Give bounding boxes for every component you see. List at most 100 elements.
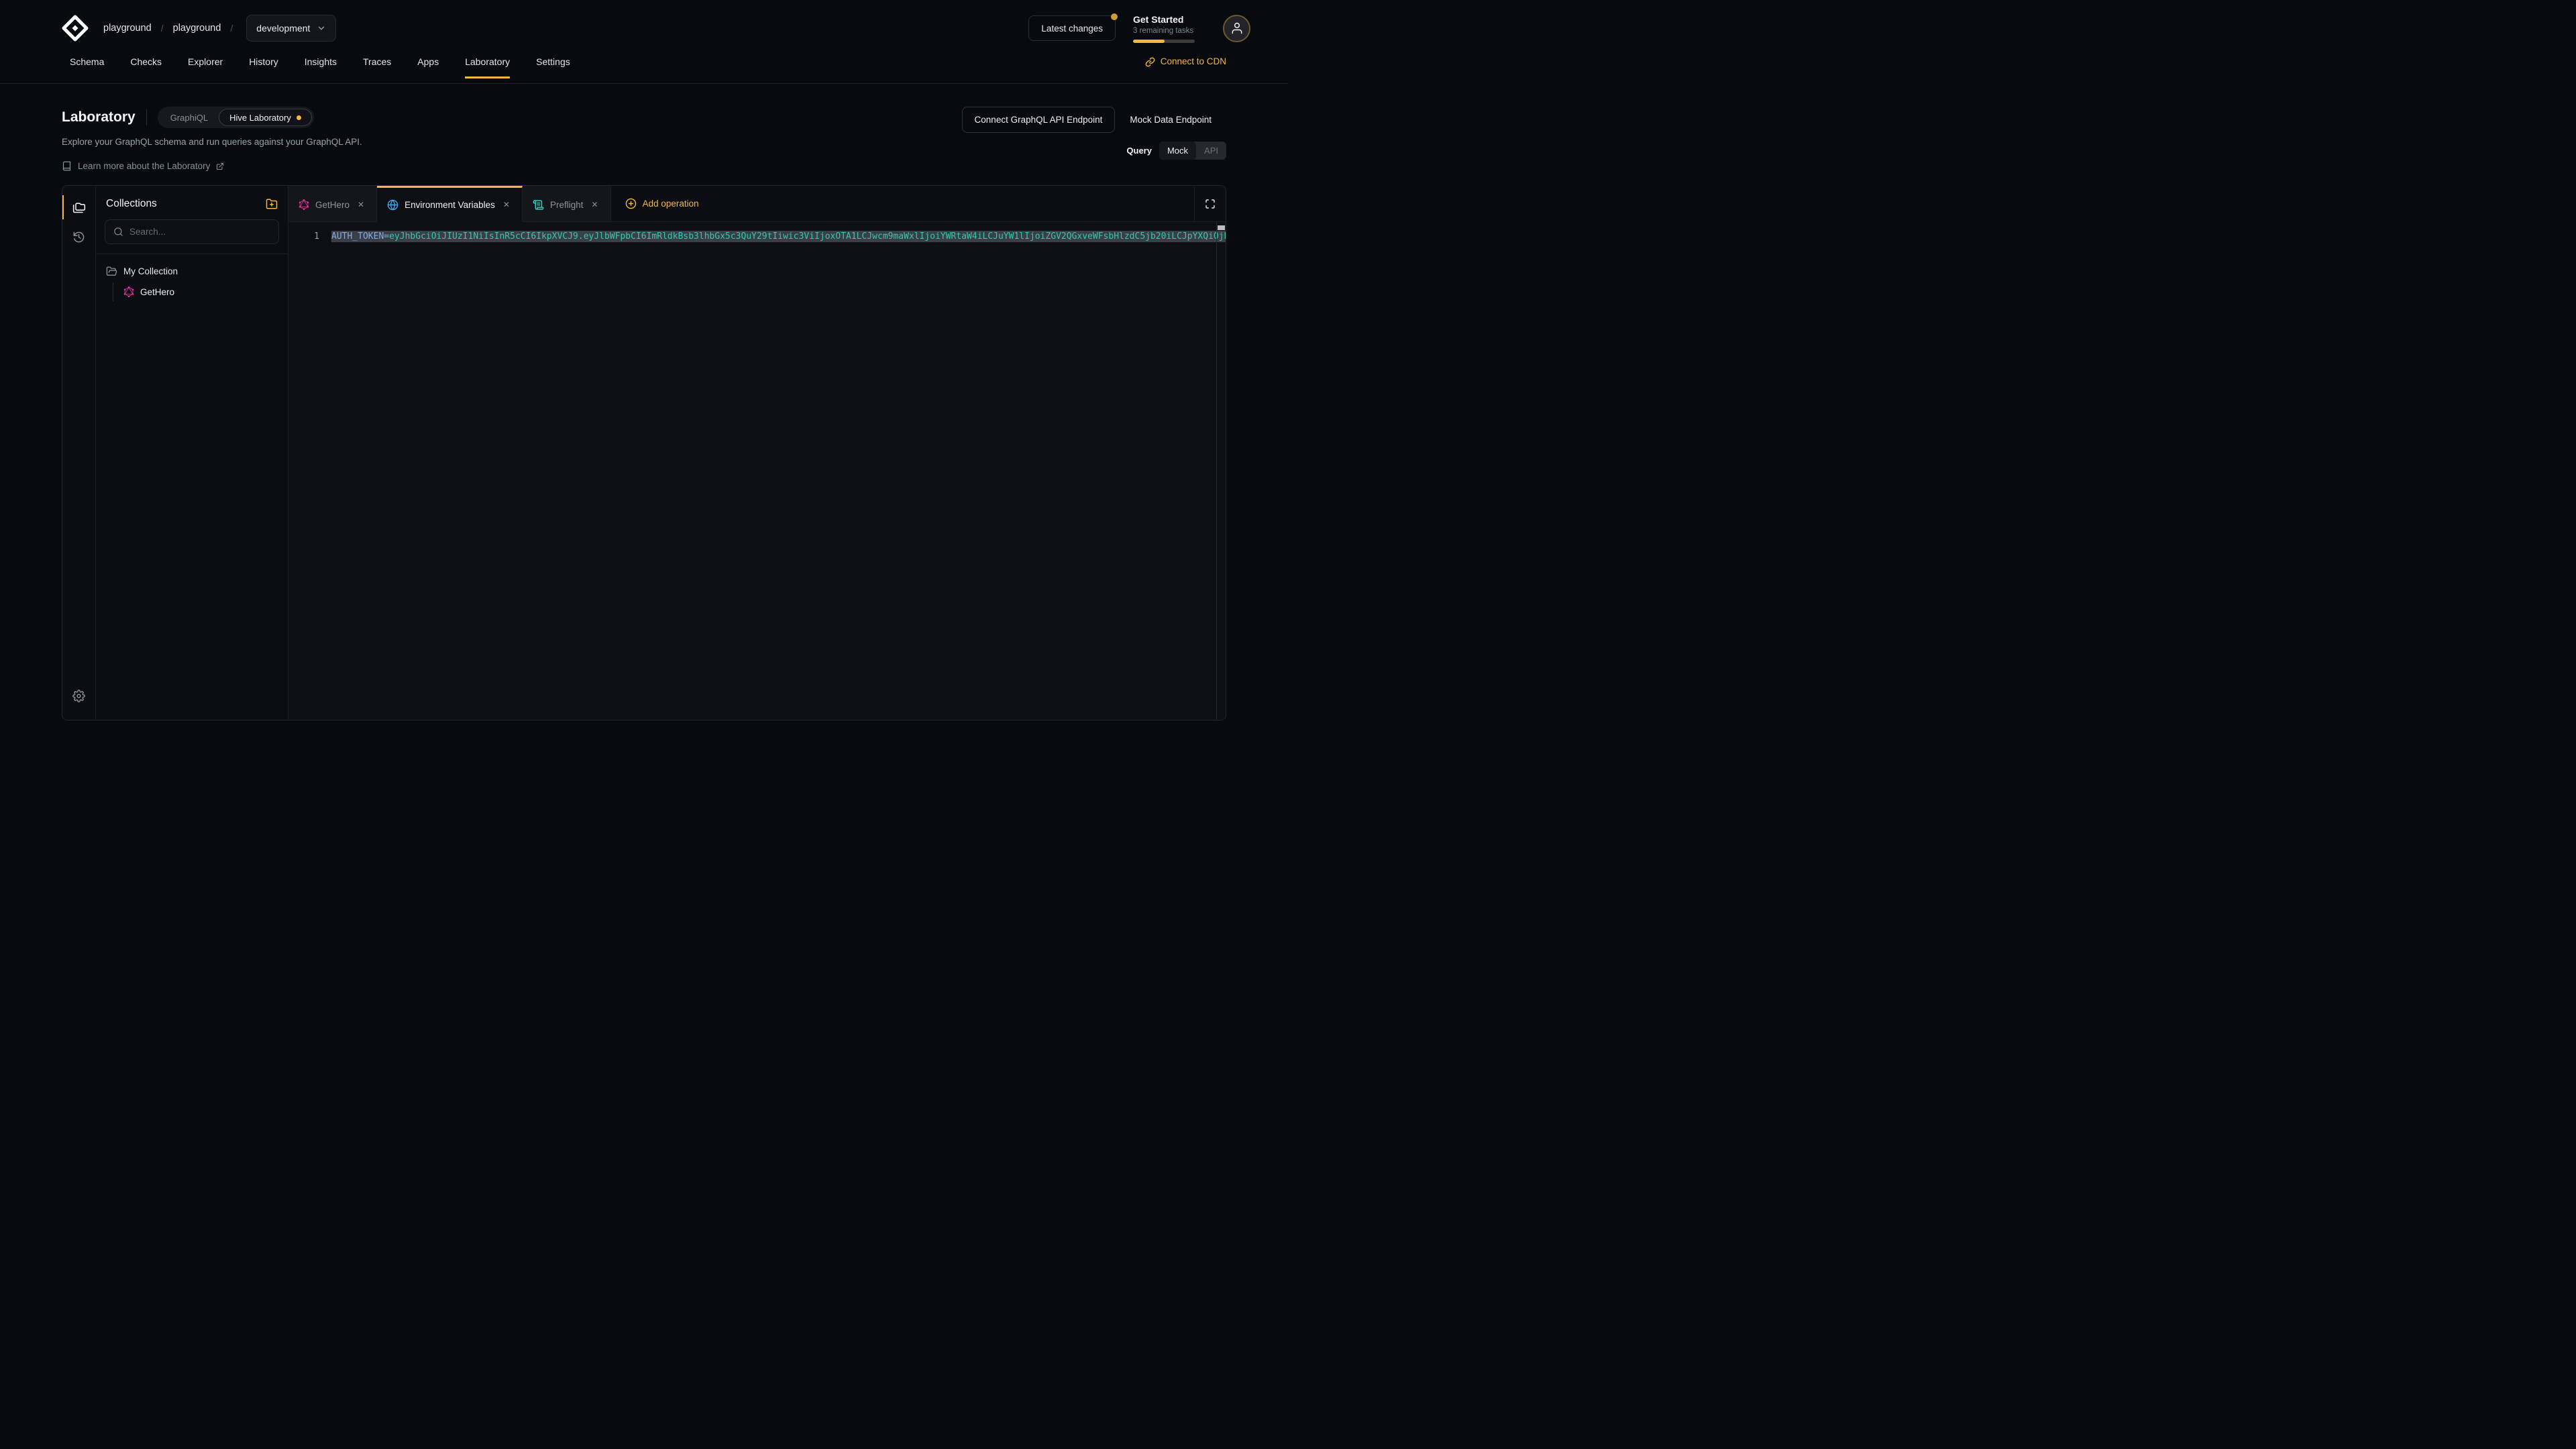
top-bar-right: Latest changes Get Started 3 remaining t…	[1028, 14, 1250, 43]
tab-bar: GetHero ✕ Environment Variables ✕ Prefli…	[288, 186, 1226, 222]
work-area: GetHero ✕ Environment Variables ✕ Prefli…	[288, 186, 1226, 720]
graphql-icon	[123, 286, 134, 297]
get-started-widget[interactable]: Get Started 3 remaining tasks	[1133, 14, 1195, 43]
environment-variables-editor[interactable]: 1 AUTH_TOKEN=eyJhbGciOiJIUzI1NiIsInR5cCI…	[288, 222, 1226, 720]
ui-mode-toggle: GraphiQL Hive Laboratory	[158, 107, 314, 128]
nav-item-apps[interactable]: Apps	[417, 56, 439, 78]
globe-icon	[387, 199, 398, 211]
laboratory-header: Laboratory GraphiQL Hive Laboratory Expl…	[0, 84, 1288, 171]
nav-item-history[interactable]: History	[249, 56, 278, 78]
env-var-value: eyJhbGciOiJIUzI1NiIsInR5cCI6IkpXVCJ9.eyJ…	[389, 231, 1226, 241]
collections-sidebar: Collections My Collection	[96, 186, 288, 720]
user-avatar[interactable]	[1223, 15, 1250, 42]
graphql-icon	[299, 199, 309, 210]
history-icon	[72, 231, 85, 244]
title-divider	[146, 109, 147, 125]
notification-dot	[1111, 13, 1118, 20]
mode-option-hive-laboratory[interactable]: Hive Laboratory	[219, 109, 312, 126]
nav-item-checks[interactable]: Checks	[130, 56, 162, 78]
nav-item-schema[interactable]: Schema	[70, 56, 104, 78]
env-var-name: AUTH_TOKEN	[331, 231, 384, 241]
breadcrumb-separator: /	[161, 23, 164, 34]
fullscreen-button[interactable]	[1194, 186, 1226, 222]
operation-item-gethero[interactable]: GetHero	[123, 282, 278, 301]
nav-items: Schema Checks Explorer History Insights …	[70, 56, 570, 78]
breadcrumb-org[interactable]: playground	[103, 23, 152, 34]
mode-option-label: Hive Laboratory	[229, 113, 291, 123]
get-started-title: Get Started	[1133, 14, 1195, 25]
nav-item-explorer[interactable]: Explorer	[188, 56, 223, 78]
add-collection-button[interactable]	[266, 198, 278, 210]
laboratory-header-right: Connect GraphQL API Endpoint Mock Data E…	[962, 107, 1226, 171]
get-started-progressbar	[1133, 40, 1195, 43]
rail-item-history[interactable]	[62, 222, 95, 252]
icon-rail	[62, 186, 96, 720]
collections-tree: My Collection	[96, 254, 288, 313]
collection-name: My Collection	[123, 266, 178, 276]
close-icon[interactable]: ✕	[501, 199, 512, 210]
chevron-down-icon	[317, 23, 326, 33]
tab-environment-variables[interactable]: Environment Variables ✕	[377, 186, 523, 222]
latest-changes-label: Latest changes	[1041, 23, 1103, 34]
editor-scrollbar[interactable]	[1216, 222, 1226, 720]
nav-item-settings[interactable]: Settings	[536, 56, 570, 78]
collections-title: Collections	[106, 198, 157, 210]
laboratory-header-left: Laboratory GraphiQL Hive Laboratory Expl…	[62, 107, 962, 171]
nav-item-laboratory[interactable]: Laboratory	[465, 56, 510, 78]
line-number: 1	[288, 229, 319, 244]
connect-endpoint-button[interactable]: Connect GraphQL API Endpoint	[962, 107, 1116, 133]
mock-endpoint-button[interactable]: Mock Data Endpoint	[1115, 107, 1226, 133]
query-mode-api[interactable]: API	[1196, 142, 1226, 160]
laboratory-panel: Collections My Collection	[62, 185, 1226, 720]
rail-item-settings[interactable]	[62, 681, 95, 710]
add-operation-label: Add operation	[643, 199, 699, 209]
env-var-operator: =	[384, 231, 389, 241]
add-operation-button[interactable]: Add operation	[611, 186, 1194, 222]
collections-divider	[96, 244, 288, 254]
folders-icon	[72, 201, 86, 214]
link-icon	[1145, 57, 1155, 67]
tab-gethero[interactable]: GetHero ✕	[288, 186, 377, 222]
query-mode-mock[interactable]: Mock	[1159, 142, 1196, 160]
tab-label: Environment Variables	[405, 200, 495, 210]
breadcrumb-project[interactable]: playground	[173, 23, 221, 34]
book-icon	[62, 161, 72, 171]
connect-to-cdn-link[interactable]: Connect to CDN	[1145, 56, 1226, 67]
rail-item-collections[interactable]	[62, 193, 95, 222]
get-started-progress-fill	[1133, 40, 1165, 43]
search-input[interactable]	[129, 227, 270, 237]
breadcrumb: playground / playground / development	[103, 15, 336, 42]
code-text: AUTH_TOKEN=eyJhbGciOiJIUzI1NiIsInR5cCI6I…	[331, 229, 1226, 244]
get-started-subtitle: 3 remaining tasks	[1133, 27, 1195, 35]
collection-folder[interactable]: My Collection	[106, 266, 278, 277]
breadcrumb-separator: /	[230, 23, 233, 34]
laboratory-description: Explore your GraphQL schema and run quer…	[62, 137, 962, 147]
fullscreen-icon	[1205, 199, 1216, 209]
latest-changes-button[interactable]: Latest changes	[1028, 15, 1116, 41]
hive-logo-icon[interactable]	[62, 15, 89, 42]
nav-item-traces[interactable]: Traces	[363, 56, 391, 78]
close-icon[interactable]: ✕	[590, 199, 600, 210]
search-icon	[113, 227, 123, 237]
operation-name: GetHero	[140, 287, 174, 297]
close-icon[interactable]: ✕	[356, 199, 366, 210]
external-link-icon	[216, 162, 224, 170]
target-select-value: development	[256, 23, 310, 34]
user-icon	[1230, 21, 1244, 35]
query-mode-toggle: Mock API	[1159, 142, 1226, 160]
script-icon	[533, 199, 544, 211]
learn-more-link[interactable]: Learn more about the Laboratory	[62, 161, 962, 171]
query-label: Query	[1126, 146, 1152, 156]
collections-search[interactable]	[105, 219, 279, 244]
mode-option-graphiql[interactable]: GraphiQL	[160, 109, 219, 126]
top-bar: playground / playground / development La…	[0, 0, 1288, 56]
scrollbar-thumb[interactable]	[1218, 225, 1225, 230]
page-title: Laboratory	[62, 109, 136, 125]
tab-label: GetHero	[315, 200, 350, 210]
target-select[interactable]: development	[246, 15, 336, 42]
learn-more-label: Learn more about the Laboratory	[78, 161, 210, 171]
tab-preflight[interactable]: Preflight ✕	[523, 186, 611, 222]
code-line[interactable]: 1 AUTH_TOKEN=eyJhbGciOiJIUzI1NiIsInR5cCI…	[288, 229, 1226, 244]
query-mode-row: Query Mock API	[1126, 142, 1226, 160]
nav-item-insights[interactable]: Insights	[305, 56, 337, 78]
